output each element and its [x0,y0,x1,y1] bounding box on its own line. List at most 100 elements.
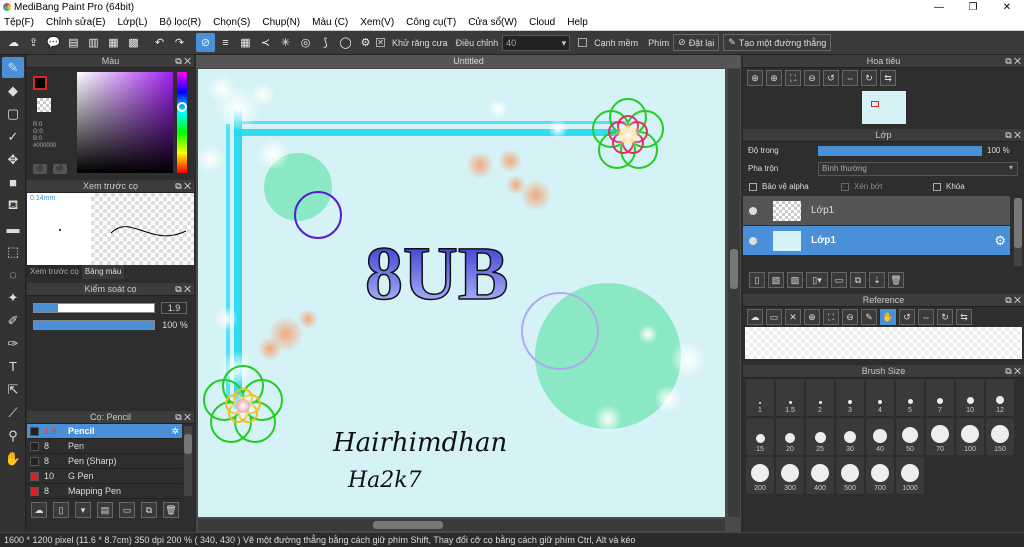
flip-horizontal-icon[interactable]: ⇆ [956,309,972,325]
undo-icon[interactable]: ↶ [150,33,169,52]
drawing-canvas[interactable]: 8UB Hairhimdhan Ha2k7 [198,69,725,517]
brush-size-cell[interactable]: 1000 [896,457,924,494]
canvas-vertical-scrollbar[interactable] [728,69,740,517]
line-tool-icon[interactable]: ✓ [2,126,24,147]
new-layer-icon[interactable]: ▯ [749,272,765,288]
eye-icon[interactable] [749,236,757,245]
layer-settings-icon[interactable]: ⚙ [994,233,1006,249]
lock-checkbox[interactable] [933,183,941,191]
grid-snap-icon[interactable]: ▦ [236,33,255,52]
add-brush-icon[interactable]: ▾ [75,502,91,518]
menu-filter[interactable]: Bộ lọc(R) [159,17,201,28]
panel-controls-icon[interactable]: ⧉ ✕ [175,283,191,296]
brush-size-cell[interactable]: 3 [836,379,864,416]
fill-rect-tool-icon[interactable]: ■ [2,172,24,193]
zoom-out-icon[interactable]: ⊖ [842,309,858,325]
layer-row[interactable]: Lớp1 [743,196,1010,225]
trash-icon[interactable]: 🗑 [163,502,179,518]
merge-layer-icon[interactable]: ⇣ [869,272,885,288]
magic-wand-tool-icon[interactable]: ✦ [2,287,24,308]
navigator-preview[interactable] [743,88,1024,126]
brush-item-pen-sharp[interactable]: 8 Pen (Sharp) [27,454,182,469]
hand-icon[interactable]: ✋ [880,309,896,325]
page-icon[interactable]: ▥ [84,33,103,52]
layer-opacity-slider[interactable] [818,146,982,156]
close-reference-icon[interactable]: ✕ [785,309,801,325]
menu-layer[interactable]: Lớp(L) [118,17,148,28]
eraser-tool-icon[interactable]: ◆ [2,80,24,101]
zoom-in-alt-icon[interactable]: ⊕ [766,70,782,86]
rotate-right-icon[interactable]: ↻ [937,309,953,325]
layer-folder-icon[interactable]: ▭ [831,272,847,288]
delete-layer-icon[interactable]: 🗑 [888,272,904,288]
brush-size-cell[interactable]: 5 [896,379,924,416]
smooth-checkbox[interactable] [578,38,588,47]
copy-brush-icon[interactable]: ▤ [97,502,113,518]
hue-slider-handle[interactable] [177,102,187,112]
maximize-button[interactable]: ❐ [956,0,990,15]
operation-tool-icon[interactable]: ⇱ [2,379,24,400]
perspective-snap-icon[interactable]: ≺ [256,33,275,52]
divide-tool-icon[interactable]: ⟋ [2,402,24,423]
tab-color-palette[interactable]: Bảng màu [81,265,125,279]
protect-alpha-checkbox[interactable] [749,183,757,191]
no-snap-icon[interactable]: ⊘ [196,33,215,52]
brush-size-cell[interactable]: 70 [926,418,954,455]
menu-file[interactable]: Tệp(F) [4,17,34,28]
brush-size-cell[interactable]: 400 [806,457,834,494]
grid-icon[interactable]: ▩ [124,33,143,52]
cloud-icon[interactable]: ☁ [747,309,763,325]
brush-size-cell[interactable]: 500 [836,457,864,494]
brush-item-g-pen[interactable]: 10 G Pen [27,469,182,484]
new-8bit-layer-icon[interactable]: ▨ [787,272,803,288]
duplicate-icon[interactable]: ⧉ [141,502,157,518]
new-brush-icon[interactable]: ▯ [53,502,69,518]
color-add-icon[interactable]: ⚫ [33,164,47,174]
brush-size-cell[interactable]: 1.5 [776,379,804,416]
panel-controls-icon[interactable]: ⧉ ✕ [175,411,191,424]
layer-list-scrollbar[interactable] [1014,198,1022,266]
menu-help[interactable]: Help [567,17,588,28]
layer-blend-select[interactable]: Bình thường [818,162,1018,176]
brush-item-mapping-pen[interactable]: 8 Mapping Pen [27,484,182,499]
menu-color[interactable]: Màu (C) [312,17,348,28]
brush-size-slider[interactable] [33,303,155,313]
brush-size-cell[interactable]: 25 [806,418,834,455]
cloud-brush-icon[interactable]: ☁ [31,502,47,518]
move-tool-icon[interactable]: ✥ [2,149,24,170]
reset-key-button[interactable]: ⊘ Đặt lại [673,34,720,51]
panel-controls-icon[interactable]: ⧉ ✕ [175,180,191,193]
fit-icon[interactable]: ⛶ [785,70,801,86]
brush-tool-icon[interactable]: ✎ [2,57,24,78]
straight-line-button[interactable]: ✎ Tạo một đường thẳng [723,34,832,51]
panel-controls-icon[interactable]: ⧉ ✕ [1005,365,1021,378]
zoom-in-icon[interactable]: ⊕ [747,70,763,86]
brush-size-cell[interactable]: 12 [986,379,1014,416]
brush-size-cell[interactable]: 50 [896,418,924,455]
brush-size-cell[interactable]: 200 [746,457,774,494]
brush-size-cell[interactable]: 40 [866,418,894,455]
menu-edit[interactable]: Chỉnh sửa(E) [46,17,106,28]
upload-icon[interactable]: ⇪ [24,33,43,52]
navigator-viewport[interactable] [870,100,879,107]
flip-icon[interactable]: ⇔ [842,70,858,86]
brush-size-cell[interactable]: 150 [986,418,1014,455]
folder-icon[interactable]: ▭ [119,502,135,518]
brush-settings-icon[interactable]: ✲ [171,426,179,437]
tab-brush-preview[interactable]: Xem trước cọ [27,265,82,279]
brush-list-scrollbar[interactable] [184,426,192,496]
rotate-left-icon[interactable]: ↺ [823,70,839,86]
duplicate-layer-icon[interactable]: ⧉ [850,272,866,288]
brush-size-cell[interactable]: 300 [776,457,804,494]
reference-view[interactable] [745,327,1022,359]
menu-cloud[interactable]: Cloud [529,17,555,28]
brush-size-cell[interactable]: 700 [866,457,894,494]
gradient-tool-icon[interactable]: ▬ [2,218,24,239]
menu-window[interactable]: Cửa sổ(W) [468,17,517,28]
settings-snap-icon[interactable]: ⚙ [356,33,375,52]
new-halftone-layer-icon[interactable]: ▧ [768,272,784,288]
rotate-left-icon[interactable]: ↺ [899,309,915,325]
brush-size-cell[interactable]: 15 [746,418,774,455]
menu-tools[interactable]: Công cụ(T) [406,17,456,28]
circle-snap-icon[interactable]: ◎ [296,33,315,52]
